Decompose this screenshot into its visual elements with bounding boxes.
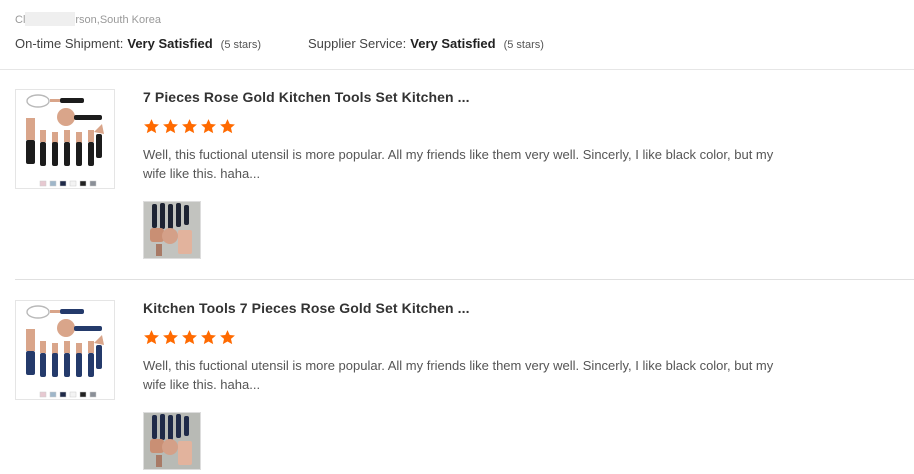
shipment-stars: (5 stars) bbox=[220, 39, 261, 51]
service-label: Supplier Service: bbox=[308, 36, 407, 51]
review-text: Well, this fuctional utensil is more pop… bbox=[143, 358, 774, 392]
star-icon bbox=[220, 119, 235, 134]
product-thumbnail[interactable] bbox=[15, 300, 115, 400]
star-icon bbox=[163, 119, 178, 134]
star-icon bbox=[144, 119, 159, 134]
star-icon bbox=[163, 330, 178, 345]
review-photo[interactable] bbox=[143, 201, 201, 259]
shipment-rating: On-time Shipment: Very Satisfied (5 stars) bbox=[15, 36, 261, 51]
reviewer-header: Cl rson,South Korea On-time Shipment: Very… bbox=[0, 0, 914, 70]
reviewer-name-mask bbox=[25, 12, 76, 26]
shipment-label: On-time Shipment: bbox=[15, 36, 124, 51]
star-icon bbox=[144, 330, 159, 345]
kitchen-utensils-image bbox=[26, 305, 104, 398]
shipment-value: Very Satisfied bbox=[127, 36, 213, 51]
reviewer-name-prefix: Cl bbox=[15, 14, 26, 26]
reviewer-name-suffix: rson,South Korea bbox=[75, 14, 162, 26]
star-rating bbox=[143, 329, 238, 347]
star-rating bbox=[143, 118, 238, 136]
service-stars: (5 stars) bbox=[503, 39, 544, 51]
star-icon bbox=[182, 330, 197, 345]
product-thumbnail[interactable] bbox=[15, 89, 115, 189]
review-photo[interactable] bbox=[143, 412, 201, 470]
kitchen-utensils-image bbox=[26, 94, 104, 187]
product-title-link[interactable]: 7 Pieces Rose Gold Kitchen Tools Set Kit… bbox=[143, 89, 470, 105]
product-title-link[interactable]: Kitchen Tools 7 Pieces Rose Gold Set Kit… bbox=[143, 300, 470, 316]
review-photo-image bbox=[144, 202, 200, 258]
star-icon bbox=[182, 119, 197, 134]
review-photo-image bbox=[144, 413, 200, 469]
service-rating: Supplier Service: Very Satisfied (5 stars) bbox=[308, 36, 544, 51]
review-text: Well, this fuctional utensil is more pop… bbox=[143, 147, 774, 181]
star-icon bbox=[201, 330, 216, 345]
service-value: Very Satisfied bbox=[410, 36, 496, 51]
review-divider bbox=[15, 279, 914, 280]
star-icon bbox=[201, 119, 216, 134]
star-icon bbox=[220, 330, 235, 345]
reviewer-location: Cl rson,South Korea bbox=[15, 12, 161, 26]
